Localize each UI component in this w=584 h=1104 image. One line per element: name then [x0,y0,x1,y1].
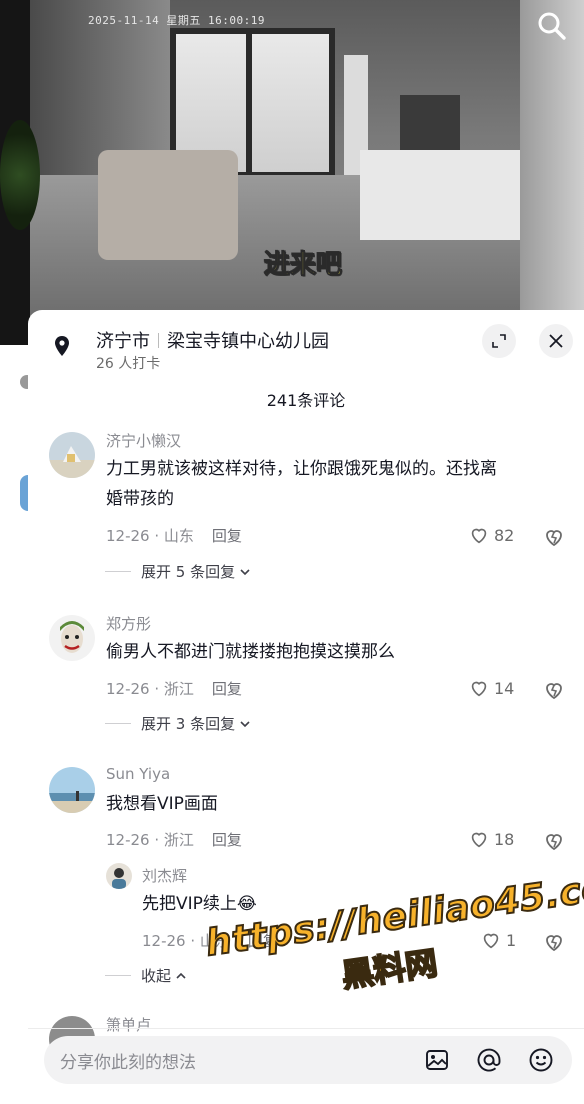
comment-author[interactable]: Sun Yiya [106,765,170,783]
expand-replies-label: 展开 3 条回复 [141,715,236,733]
avatar[interactable] [106,863,132,889]
like-button[interactable]: 1 [480,929,516,951]
comment-text: 偷男人不都进门就搂搂抱抱摸这摸那么 [106,642,395,662]
reply-author[interactable]: 刘杰辉 [142,865,187,886]
reply-button[interactable]: 回复 [212,527,242,545]
comment-date-region: 12-26 · 浙江 [106,831,194,849]
reply-button[interactable]: 回复 [212,831,242,849]
heart-icon [471,681,487,697]
expand-replies[interactable]: 展开 5 条回复 [105,561,251,582]
video-scene-wall-right [520,0,584,310]
emoji-icon[interactable] [528,1047,554,1073]
collapse-replies[interactable]: 收起 [105,965,187,986]
input-divider [28,1028,584,1029]
like-count: 14 [494,678,515,698]
comment-date-region: 12-26 · 浙江 [106,680,194,698]
reply-button[interactable]: 回复 [248,932,278,950]
reply-text: 先把VIP续上😂 [142,889,542,919]
comment-text: 力工男就该被这样对待，让你跟饿死鬼似的。还找离 婚带孩的 [106,454,566,514]
video-player[interactable]: 2025-11-14 星期五 16:00:19 进来吧 [0,0,584,345]
dislike-icon[interactable] [542,678,566,702]
video-scene-shelf [400,95,460,150]
like-count: 82 [494,525,515,545]
dislike-icon[interactable] [542,930,566,954]
comment-count: 241条评论 [266,391,346,410]
dislike-icon[interactable] [542,829,566,853]
location-pin-icon [55,336,69,356]
location-checkins: 26 人打卡 [96,356,161,372]
video-scene-sofa [98,150,238,260]
expand-replies-label: 展开 5 条回复 [141,563,236,581]
like-count: 18 [494,829,515,849]
search-icon [538,12,566,40]
comment-meta: 12-26 · 浙江 回复 [106,829,242,850]
comment-author[interactable]: 箫单卢 [106,1014,151,1035]
like-button[interactable]: 14 [468,677,514,699]
laughing-emoji: 😂 [236,894,257,914]
location-place: 梁宝寺镇中心幼儿园 [167,331,329,352]
video-scene-cabinet [360,150,520,240]
avatar[interactable] [49,767,95,813]
reply-text-body: 先把VIP续上 [142,894,237,914]
comment-text-line: 力工男就该被这样对待，让你跟饿死鬼似的。还找离 [106,459,497,479]
dislike-icon[interactable] [542,525,566,549]
chevron-up-icon [176,972,186,979]
heart-icon [483,933,499,949]
comment-date-region: 12-26 · 山东 [106,527,194,545]
comment-meta: 12-26 · 浙江 回复 [106,678,242,699]
video-timestamp: 2025-11-14 星期五 16:00:19 [88,14,265,27]
comment-text: 我想看VIP画面 [106,794,218,814]
expand-button[interactable] [482,324,516,358]
search-button[interactable] [534,8,570,44]
comment-meta: 12-26 · 山东 回复 [106,525,242,546]
comment-input-placeholder: 分享你此刻的想法 [60,1053,196,1073]
chevron-down-icon [240,568,250,575]
video-scene-plant [0,120,40,230]
close-button[interactable] [539,324,573,358]
avatar[interactable] [49,615,95,661]
background-page-edge [0,345,36,1104]
expand-icon [492,334,506,348]
reply-date-region: 12-26 · 山东 [142,932,230,950]
heart-icon [471,528,487,544]
expand-replies[interactable]: 展开 3 条回复 [105,713,251,734]
comment-author[interactable]: 郑方彤 [106,613,151,634]
image-icon[interactable] [424,1047,450,1073]
like-count: 1 [506,930,517,950]
like-button[interactable]: 18 [468,828,514,850]
at-icon[interactable] [476,1047,502,1073]
location-city: 济宁市 [96,331,150,352]
like-button[interactable]: 82 [468,524,514,546]
reply-meta: 12-26 · 山东 回复 [142,930,278,951]
comment-sheet: 济宁市 梁宝寺镇中心幼儿园 26 人打卡 241条评论 济宁小懒汉 力工男就该被这… [28,310,584,1104]
heart-icon [471,832,487,848]
reply-button[interactable]: 回复 [212,680,242,698]
collapse-replies-label: 收起 [141,967,172,985]
comment-author[interactable]: 济宁小懒汉 [106,430,181,451]
close-icon [549,334,563,348]
location-title: 济宁市 梁宝寺镇中心幼儿园 [96,327,329,353]
avatar[interactable] [49,432,95,478]
comment-text-line: 婚带孩的 [106,489,174,509]
video-caption: 进来吧 [263,250,343,281]
chevron-down-icon [240,720,250,727]
comment-input[interactable]: 分享你此刻的想法 [44,1036,572,1084]
